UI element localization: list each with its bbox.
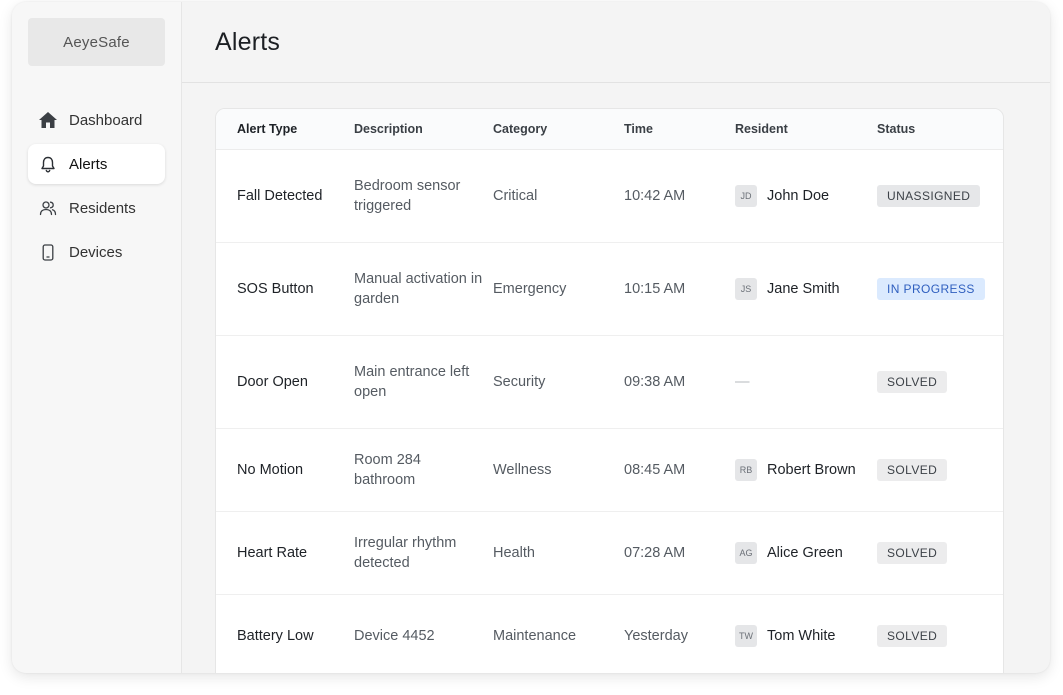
avatar: TW [735, 624, 757, 647]
status-badge[interactable]: SOLVED [877, 624, 948, 647]
table-row[interactable]: SOS Button Manual activation in garden E… [216, 242, 1003, 336]
sidebar-item-dashboard[interactable]: Dashboard [28, 100, 165, 140]
alert-time: 09:38 AM [624, 335, 735, 429]
resident-cell: RB Robert Brown [735, 428, 877, 512]
avatar: RB [735, 458, 757, 481]
users-icon [38, 198, 58, 218]
sidebar-item-alerts[interactable]: Alerts [28, 144, 165, 184]
sidebar-item-label: Devices [69, 243, 123, 261]
status-cell: UNASSIGNED [877, 149, 1003, 243]
page-header: Alerts [182, 2, 1050, 83]
column-header-resident[interactable]: Resident [735, 109, 877, 150]
sidebar: AeyeSafe Dashboard Alerts Residents Devi… [12, 2, 182, 673]
main-area: Alerts Alert Type Description Category T… [182, 2, 1050, 673]
resident-name[interactable]: John Doe [767, 188, 829, 204]
avatar: JD [735, 184, 757, 207]
alert-time: 08:45 AM [624, 428, 735, 512]
app-logo: AeyeSafe [28, 18, 165, 66]
status-badge[interactable]: UNASSIGNED [877, 184, 981, 207]
alert-time: 10:42 AM [624, 149, 735, 243]
alert-category: Maintenance [493, 594, 624, 673]
table-row[interactable]: Door Open Main entrance left open Securi… [216, 335, 1003, 429]
resident-cell: AG Alice Green [735, 511, 877, 595]
status-badge[interactable]: IN PROGRESS [877, 277, 985, 300]
sidebar-item-label: Residents [69, 199, 136, 217]
resident-name[interactable]: Tom White [767, 628, 836, 644]
alert-description: Irregular rhythm detected [354, 511, 493, 595]
resident-name[interactable]: Alice Green [767, 545, 843, 561]
resident-cell: JD John Doe [735, 149, 877, 243]
table-row[interactable]: Battery Low Device 4452 Maintenance Yest… [216, 594, 1003, 673]
home-icon [38, 110, 58, 130]
status-cell: SOLVED [877, 428, 1003, 512]
alerts-table: Alert Type Description Category Time Res… [216, 109, 1003, 673]
column-header-description[interactable]: Description [354, 109, 493, 150]
table-row[interactable]: Heart Rate Irregular rhythm detected Hea… [216, 511, 1003, 595]
alert-description: Bedroom sensor triggered [354, 149, 493, 243]
resident-name[interactable]: Robert Brown [767, 462, 856, 478]
table-header-row: Alert Type Description Category Time Res… [216, 109, 1003, 150]
alert-description: Manual activation in garden [354, 242, 493, 336]
alert-type: Fall Detected [216, 149, 354, 243]
bell-icon [38, 154, 58, 174]
sidebar-item-residents[interactable]: Residents [28, 188, 165, 228]
alert-type: Door Open [216, 335, 354, 429]
status-badge[interactable]: SOLVED [877, 541, 948, 564]
resident-cell: JS Jane Smith [735, 242, 877, 336]
resident-cell: TW Tom White [735, 594, 877, 673]
resident-name[interactable]: Jane Smith [767, 281, 840, 297]
content: Alert Type Description Category Time Res… [182, 83, 1050, 673]
column-header-alert-type[interactable]: Alert Type [216, 109, 354, 150]
table-row[interactable]: No Motion Room 284 bathroom Wellness 08:… [216, 428, 1003, 512]
sidebar-item-label: Alerts [69, 155, 108, 173]
alert-description: Room 284 bathroom [354, 428, 493, 512]
alert-description: Main entrance left open [354, 335, 493, 429]
status-cell: SOLVED [877, 335, 1003, 429]
status-cell: SOLVED [877, 594, 1003, 673]
app-window: AeyeSafe Dashboard Alerts Residents Devi… [12, 2, 1050, 673]
column-header-time[interactable]: Time [624, 109, 735, 150]
column-header-status[interactable]: Status [877, 109, 1003, 150]
avatar: JS [735, 277, 757, 300]
alert-time: 07:28 AM [624, 511, 735, 595]
status-cell: IN PROGRESS [877, 242, 1003, 336]
status-badge[interactable]: SOLVED [877, 458, 948, 481]
alert-category: Security [493, 335, 624, 429]
phone-icon [38, 242, 58, 262]
alert-category: Emergency [493, 242, 624, 336]
sidebar-nav: Dashboard Alerts Residents Devices [28, 100, 165, 272]
alert-type: Battery Low [216, 594, 354, 673]
alert-time: 10:15 AM [624, 242, 735, 336]
avatar: AG [735, 541, 757, 564]
alert-category: Critical [493, 149, 624, 243]
column-header-category[interactable]: Category [493, 109, 624, 150]
status-badge[interactable]: SOLVED [877, 370, 948, 393]
alert-type: SOS Button [216, 242, 354, 336]
alert-type: No Motion [216, 428, 354, 512]
alert-category: Health [493, 511, 624, 595]
page-title: Alerts [215, 27, 281, 56]
alert-time: Yesterday [624, 594, 735, 673]
status-cell: SOLVED [877, 511, 1003, 595]
sidebar-item-devices[interactable]: Devices [28, 232, 165, 272]
sidebar-item-label: Dashboard [69, 111, 143, 129]
alert-category: Wellness [493, 428, 624, 512]
alert-description: Device 4452 [354, 594, 493, 673]
alert-type: Heart Rate [216, 511, 354, 595]
resident-name: — [735, 373, 750, 390]
table-row[interactable]: Fall Detected Bedroom sensor triggered C… [216, 149, 1003, 243]
alerts-table-card: Alert Type Description Category Time Res… [215, 108, 1004, 673]
resident-cell: — [735, 335, 877, 429]
